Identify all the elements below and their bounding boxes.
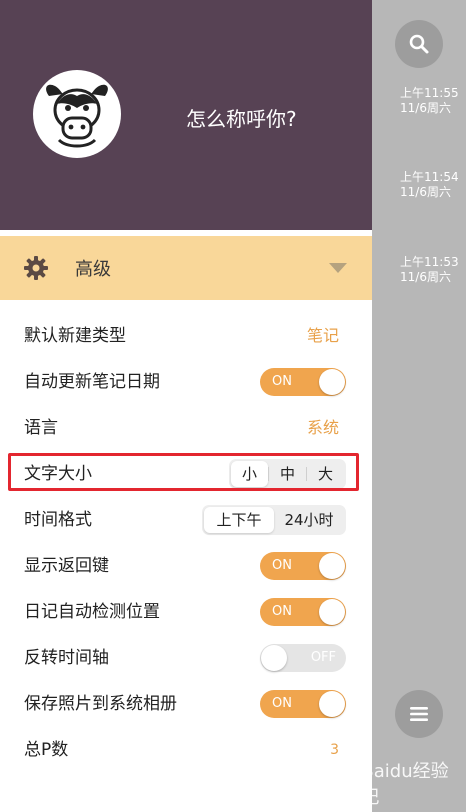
gear-icon (23, 255, 49, 281)
setting-show-back-key: 显示返回键 ON (0, 543, 372, 589)
setting-default-type[interactable]: 默认新建类型 笔记 (0, 313, 372, 359)
advanced-section-header[interactable]: 高级 (0, 236, 372, 300)
save-photos-toggle[interactable]: ON (260, 690, 346, 718)
default-type-value[interactable]: 笔记 (307, 313, 339, 359)
auto-update-date-toggle[interactable]: ON (260, 368, 346, 396)
list-item-timestamp[interactable]: 上午11:54 11/6周六 (400, 170, 464, 200)
setting-language[interactable]: 语言 系统 (0, 405, 372, 451)
reverse-timeline-toggle[interactable]: OFF (260, 644, 346, 672)
list-item-timestamp[interactable]: 上午11:55 11/6周六 (400, 86, 464, 116)
setting-reverse-timeline: 反转时间轴 OFF (0, 635, 372, 681)
setting-diary-location: 日记自动检测位置 ON (0, 589, 372, 635)
total-p-value: 3 (330, 742, 339, 758)
diary-location-toggle[interactable]: ON (260, 598, 346, 626)
toggle-knob (319, 553, 345, 579)
avatar[interactable] (33, 70, 121, 158)
search-icon (409, 34, 429, 54)
toggle-knob (319, 691, 345, 717)
toggle-knob (319, 369, 345, 395)
search-button[interactable] (395, 20, 443, 68)
list-item-timestamp[interactable]: 上午11:53 11/6周六 (400, 255, 464, 285)
setting-auto-update-date: 自动更新笔记日期 ON (0, 359, 372, 405)
time-format-segmented-control: 上下午 24小时 (202, 505, 346, 535)
chevron-down-icon[interactable] (329, 263, 347, 273)
show-back-key-toggle[interactable]: ON (260, 552, 346, 580)
time-format-ampm-option[interactable]: 上下午 (204, 507, 274, 533)
settings-drawer: 怎么称呼你? 高级 默认新建类型 笔记 自动更新笔记日期 ON 语言 系统 文字… (0, 0, 372, 812)
setting-save-photos: 保存照片到系统相册 ON (0, 681, 372, 727)
annotation-highlight-box (8, 453, 359, 491)
advanced-title: 高级 (75, 259, 111, 280)
cow-avatar-icon (46, 84, 108, 148)
menu-button[interactable] (395, 690, 443, 738)
language-value[interactable]: 系统 (307, 405, 339, 451)
toggle-knob (261, 645, 287, 671)
profile-header: 怎么称呼你? (0, 0, 372, 230)
hamburger-icon (410, 707, 428, 721)
profile-name-prompt[interactable]: 怎么称呼你? (186, 103, 297, 132)
setting-total-p: 总P数 3 (0, 727, 372, 773)
setting-time-format: 时间格式 上下午 24小时 (0, 497, 372, 543)
toggle-knob (319, 599, 345, 625)
time-format-24h-option[interactable]: 24小时 (274, 507, 344, 533)
